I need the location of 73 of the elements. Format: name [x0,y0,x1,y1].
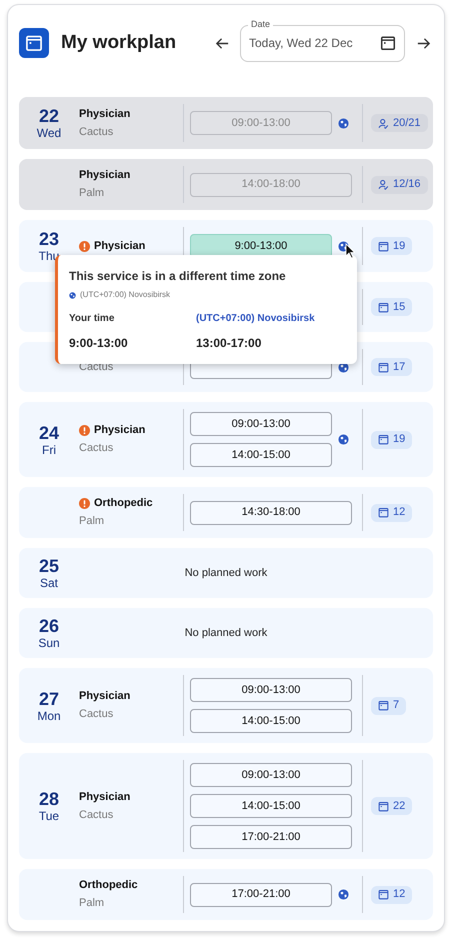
count-badge: 12/16 [371,176,428,194]
day-number: 23 [38,230,60,248]
calendar-icon [380,35,396,51]
person-icon [378,179,389,190]
time-heading: (UTC+07:00) Novosibirsk [196,312,315,326]
calendar-glyph-icon [25,34,43,52]
zone-name: (UTC+07:00) Novosibirsk [80,289,170,301]
service-name: Physician [79,169,130,182]
date-value: Today, Wed 22 Dec [249,35,354,52]
empty-message: No planned work [184,626,268,641]
count-badge: 7 [371,696,406,714]
time-slot[interactable]: 09:00-13:00 [190,678,352,702]
location-name: Cactus [79,808,114,822]
count-badge: 22 [371,797,412,815]
service-name: Physician [94,240,146,252]
page-title: My workplan [61,30,176,55]
location-name: Cactus [79,126,114,138]
day-number: 26 [38,617,60,635]
time-range: 9:00-13:00 [69,335,129,352]
weekday: Sat [40,577,58,589]
time-slot[interactable]: 17:00-21:00 [190,825,352,849]
time-heading: Your time [69,312,116,326]
location-name: Cactus [79,708,114,721]
calendar-icon [378,889,389,900]
count-badge: 20/21 [371,114,428,132]
count-badge: 12 [371,504,412,522]
person-icon [378,118,389,128]
weekday: Tue [38,810,60,822]
time-slot[interactable]: 14:00-15:00 [190,794,352,818]
calendar-icon [378,240,389,252]
service-name: Physician [79,108,130,120]
day-number: 24 [38,424,60,442]
calendar-icon [378,700,389,711]
weekday: Fri [42,444,56,456]
time-slot[interactable]: 09:00-13:00 [190,412,332,436]
time-slot[interactable]: 14:00-15:00 [190,709,352,733]
day-number: 27 [38,690,60,708]
time-slot[interactable]: 17:00-21:00 [190,882,332,906]
location-name: Palm [79,515,106,528]
count-badge: 15 [371,298,412,316]
time-slot[interactable]: 14:30-18:00 [190,500,352,524]
time-range: 13:00-17:00 [196,335,262,352]
globe-icon [69,292,76,298]
service-name: Physician [94,424,146,437]
left-arrow-icon [214,36,230,50]
location-name: Palm [79,897,106,910]
right-arrow-icon [416,36,430,50]
calendar-icon [378,800,389,812]
count-badge: 17 [371,358,412,376]
service-name: Orthopedic [79,879,138,892]
date-label: Date [248,20,274,28]
service-name: Physician [79,690,130,703]
count-badge: 19 [371,237,412,255]
weekday: Sun [38,637,60,649]
tooltip-title: This service is in a different time zone [69,268,287,285]
day-number: 28 [38,790,60,808]
service-name: Physician [79,790,130,804]
weekday: Mon [37,710,61,722]
time-slot[interactable]: 14:00-15:00 [190,443,332,467]
service-name: Orthopedic [94,497,153,510]
calendar-icon [378,362,389,372]
calendar-icon [378,507,389,518]
weekday: Wed [36,127,62,139]
time-slot[interactable]: 09:00-13:00 [190,763,352,787]
empty-message: No planned work [184,566,268,581]
location-name: Palm [79,187,106,200]
calendar-icon [378,434,389,445]
location-name: Cactus [79,442,114,455]
day-number: 22 [38,107,60,125]
count-badge: 12 [371,886,412,904]
count-badge: 19 [371,430,412,448]
day-number: 25 [38,557,60,575]
calendar-icon [378,302,389,312]
